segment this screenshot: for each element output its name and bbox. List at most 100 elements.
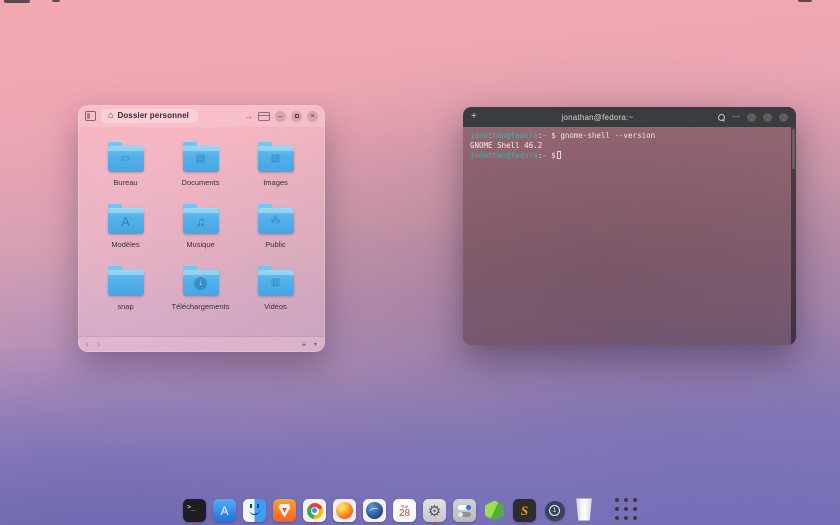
trash-can-icon [575,498,593,521]
files-bottom-toolbar: ‹ › ≡ ▾ [78,336,325,352]
folder-icon: ⁂ [258,208,294,234]
music-icon: ♫ [183,208,219,234]
terminal-prompt-glyph: >_ [187,503,195,511]
minimize-button[interactable] [747,113,756,122]
folder-icon: A [108,208,144,234]
folder-icon: ▭ [108,146,144,172]
terminal-output-area[interactable]: jonathan@fedora:~ $ gnome-shell --versio… [463,127,796,345]
view-options-caret-icon[interactable]: ▾ [314,341,317,348]
file-grid: ▭ Bureau ▤ Documents ▧ Images A Modèles … [88,133,317,336]
file-item-paper[interactable] [163,319,238,336]
home-icon: ⌂ [108,111,113,120]
top-bar-remnant-center [52,0,60,2]
terminal-line: jonathan@fedora:~ $ [470,151,786,161]
files-content-area: ▭ Bureau ▤ Documents ▧ Images A Modèles … [78,127,325,336]
brave-shield-icon [278,504,291,518]
back-button[interactable]: ‹ [86,340,89,349]
document-icon: ▤ [183,146,219,172]
sublime-s-glyph: S [521,503,528,519]
dock-app-store-icon[interactable]: A [213,499,236,522]
terminal-header-bar: + jonathan@fedora:~ ⋯ [463,107,796,127]
template-icon: A [108,208,144,234]
folder-icon: ▥ [258,270,294,296]
picture-icon: ▧ [258,146,294,172]
toggle-off-icon [458,512,471,517]
folder-label: Images [263,178,288,187]
maximize-button[interactable] [291,111,302,122]
firefox-logo-icon [336,502,353,519]
forward-button[interactable]: › [97,340,100,349]
finder-face-icon [249,507,260,515]
file-item-paper[interactable] [88,319,163,336]
folder-label: Vidéos [264,302,287,311]
people-icon: ⁂ [258,208,294,234]
download-icon: ↓ [194,277,207,290]
folder-item-telechargements[interactable]: ↓ Téléchargements [163,257,238,319]
show-applications-button[interactable] [613,496,639,522]
dock-boxes-icon[interactable] [483,499,506,522]
dock-trash-icon[interactable] [573,496,595,522]
folder-label: Musique [186,240,214,249]
maximize-icon [295,114,299,118]
files-header-bar: ⌂ Dossier personnel → – × [78,105,325,127]
folder-item-musique[interactable]: ♫ Musique [163,195,238,257]
files-window: ⌂ Dossier personnel → – × ▭ Bureau ▤ Doc… [78,105,325,352]
dock-brave-icon[interactable] [273,499,296,522]
dock-sublime-icon[interactable]: S [513,499,536,522]
toggle-on-icon [458,505,471,510]
folder-item-bureau[interactable]: ▭ Bureau [88,133,163,195]
search-icon[interactable] [718,114,725,121]
blue-sphere-icon [366,502,383,519]
forward-arrow-icon[interactable]: → [244,111,253,121]
sidebar-toggle-icon[interactable] [85,111,96,121]
folder-label: Public [265,240,285,249]
scrollbar[interactable] [791,127,796,345]
folder-label: Bureau [113,178,137,187]
dock-terminal-icon[interactable]: >_ [183,499,206,522]
list-view-icon[interactable]: ≡ [301,340,306,349]
close-button[interactable] [779,113,788,122]
folder-icon: ♫ [183,208,219,234]
new-tab-button[interactable]: + [471,112,477,122]
1password-circle-icon: 1 [545,501,565,521]
dock-1password-icon[interactable]: 1 [543,499,566,522]
folder-item-modeles[interactable]: A Modèles [88,195,163,257]
app-store-a-glyph: A [220,504,228,518]
desktop-icon: ▭ [108,146,144,172]
dock: >_ A Tue28 ⚙ S 1 [183,496,639,522]
terminal-line: GNOME Shell 46.2 [470,141,786,151]
scrollbar-thumb[interactable] [792,129,795,169]
folder-label: Téléchargements [172,302,230,311]
path-bar[interactable]: ⌂ Dossier personnel [101,109,198,123]
dock-tweaks-icon[interactable] [453,499,476,522]
file-item-paper[interactable] [238,319,313,336]
top-bar-remnant-right [798,0,812,2]
folder-label: snap [117,302,133,311]
folder-icon: ▤ [183,146,219,172]
window-title: Dossier personnel [117,111,189,120]
folder-item-snap[interactable]: snap [88,257,163,319]
maximize-button[interactable] [763,113,772,122]
dock-calendar-icon[interactable]: Tue28 [393,499,416,522]
terminal-title: jonathan@fedora:~ [484,113,711,122]
folder-item-public[interactable]: ⁂ Public [238,195,313,257]
folder-item-documents[interactable]: ▤ Documents [163,133,238,195]
calendar-day: 28 [399,509,410,519]
film-icon: ▥ [258,270,294,296]
dock-settings-icon[interactable]: ⚙ [423,499,446,522]
minimize-button[interactable]: – [275,111,286,122]
dock-chrome-icon[interactable] [303,499,326,522]
dock-firefox-icon[interactable] [333,499,356,522]
folder-item-images[interactable]: ▧ Images [238,133,313,195]
green-cube-icon [485,501,504,521]
dock-blue-sphere-app-icon[interactable] [363,499,386,522]
view-grid-icon[interactable] [258,112,270,121]
close-button[interactable]: × [307,111,318,122]
menu-icon[interactable]: ⋯ [732,113,740,121]
folder-item-videos[interactable]: ▥ Vidéos [238,257,313,319]
top-bar-remnant-left [4,0,30,3]
terminal-window: + jonathan@fedora:~ ⋯ jonathan@fedora:~ … [463,107,796,345]
terminal-cursor [557,151,561,159]
dock-finder-icon[interactable] [243,499,266,522]
gear-icon: ⚙ [428,502,441,520]
